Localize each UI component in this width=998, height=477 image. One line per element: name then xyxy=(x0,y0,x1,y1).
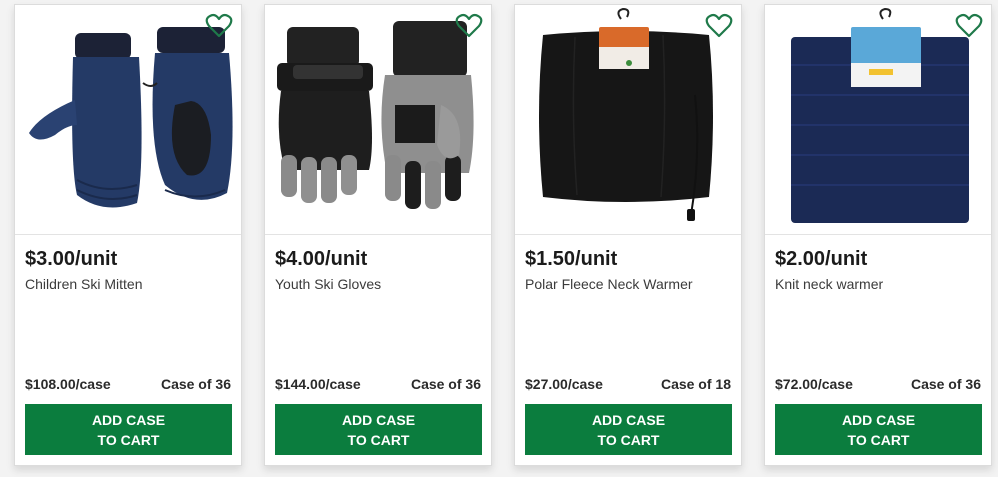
favorite-heart-icon[interactable] xyxy=(455,13,483,39)
add-case-to-cart-button[interactable]: ADD CASE TO CART xyxy=(525,404,732,455)
button-label-line1: ADD CASE xyxy=(591,412,666,428)
product-card[interactable]: $3.00/unit Children Ski Mitten $108.00/c… xyxy=(14,4,242,466)
product-card[interactable]: $4.00/unit Youth Ski Gloves $144.00/case… xyxy=(264,4,492,466)
case-price: $72.00/case xyxy=(775,376,853,392)
product-image[interactable] xyxy=(765,5,991,235)
add-case-to-cart-button[interactable]: ADD CASE TO CART xyxy=(275,404,482,455)
case-price: $144.00/case xyxy=(275,376,361,392)
product-name[interactable]: Polar Fleece Neck Warmer xyxy=(525,276,693,292)
product-card[interactable]: $1.50/unit Polar Fleece Neck Warmer $27.… xyxy=(514,4,742,466)
button-label-line2: TO CART xyxy=(347,432,410,448)
button-label-line1: ADD CASE xyxy=(841,412,916,428)
case-quantity: Case of 36 xyxy=(910,376,981,392)
gloves-image xyxy=(277,21,474,209)
favorite-heart-icon[interactable] xyxy=(705,13,733,39)
unit-price: $1.50/unit xyxy=(525,248,618,270)
case-quantity: Case of 18 xyxy=(660,376,731,392)
button-label-line2: TO CART xyxy=(847,432,910,448)
case-quantity: Case of 36 xyxy=(160,376,231,392)
product-image[interactable] xyxy=(515,5,741,235)
product-card[interactable]: $2.00/unit Knit neck warmer $72.00/case … xyxy=(764,4,992,466)
unit-price: $2.00/unit xyxy=(775,248,868,270)
unit-price: $3.00/unit xyxy=(25,248,118,270)
knit-warmer-image xyxy=(791,7,969,223)
button-label-line1: ADD CASE xyxy=(91,412,166,428)
product-image[interactable] xyxy=(15,5,241,235)
button-label-line2: TO CART xyxy=(597,432,660,448)
product-grid: $3.00/unit Children Ski Mitten $108.00/c… xyxy=(0,0,998,477)
mitten-image xyxy=(29,27,233,208)
case-quantity: Case of 36 xyxy=(410,376,481,392)
favorite-heart-icon[interactable] xyxy=(205,13,233,39)
button-label-line1: ADD CASE xyxy=(341,412,416,428)
product-name[interactable]: Knit neck warmer xyxy=(775,276,883,292)
case-price: $27.00/case xyxy=(525,376,603,392)
product-name[interactable]: Youth Ski Gloves xyxy=(275,276,381,292)
add-case-to-cart-button[interactable]: ADD CASE TO CART xyxy=(25,404,232,455)
favorite-heart-icon[interactable] xyxy=(955,13,983,39)
neck-warmer-image xyxy=(539,7,713,221)
add-case-to-cart-button[interactable]: ADD CASE TO CART xyxy=(775,404,982,455)
case-price: $108.00/case xyxy=(25,376,111,392)
product-name[interactable]: Children Ski Mitten xyxy=(25,276,143,292)
product-image[interactable] xyxy=(265,5,491,235)
unit-price: $4.00/unit xyxy=(275,248,368,270)
button-label-line2: TO CART xyxy=(97,432,160,448)
